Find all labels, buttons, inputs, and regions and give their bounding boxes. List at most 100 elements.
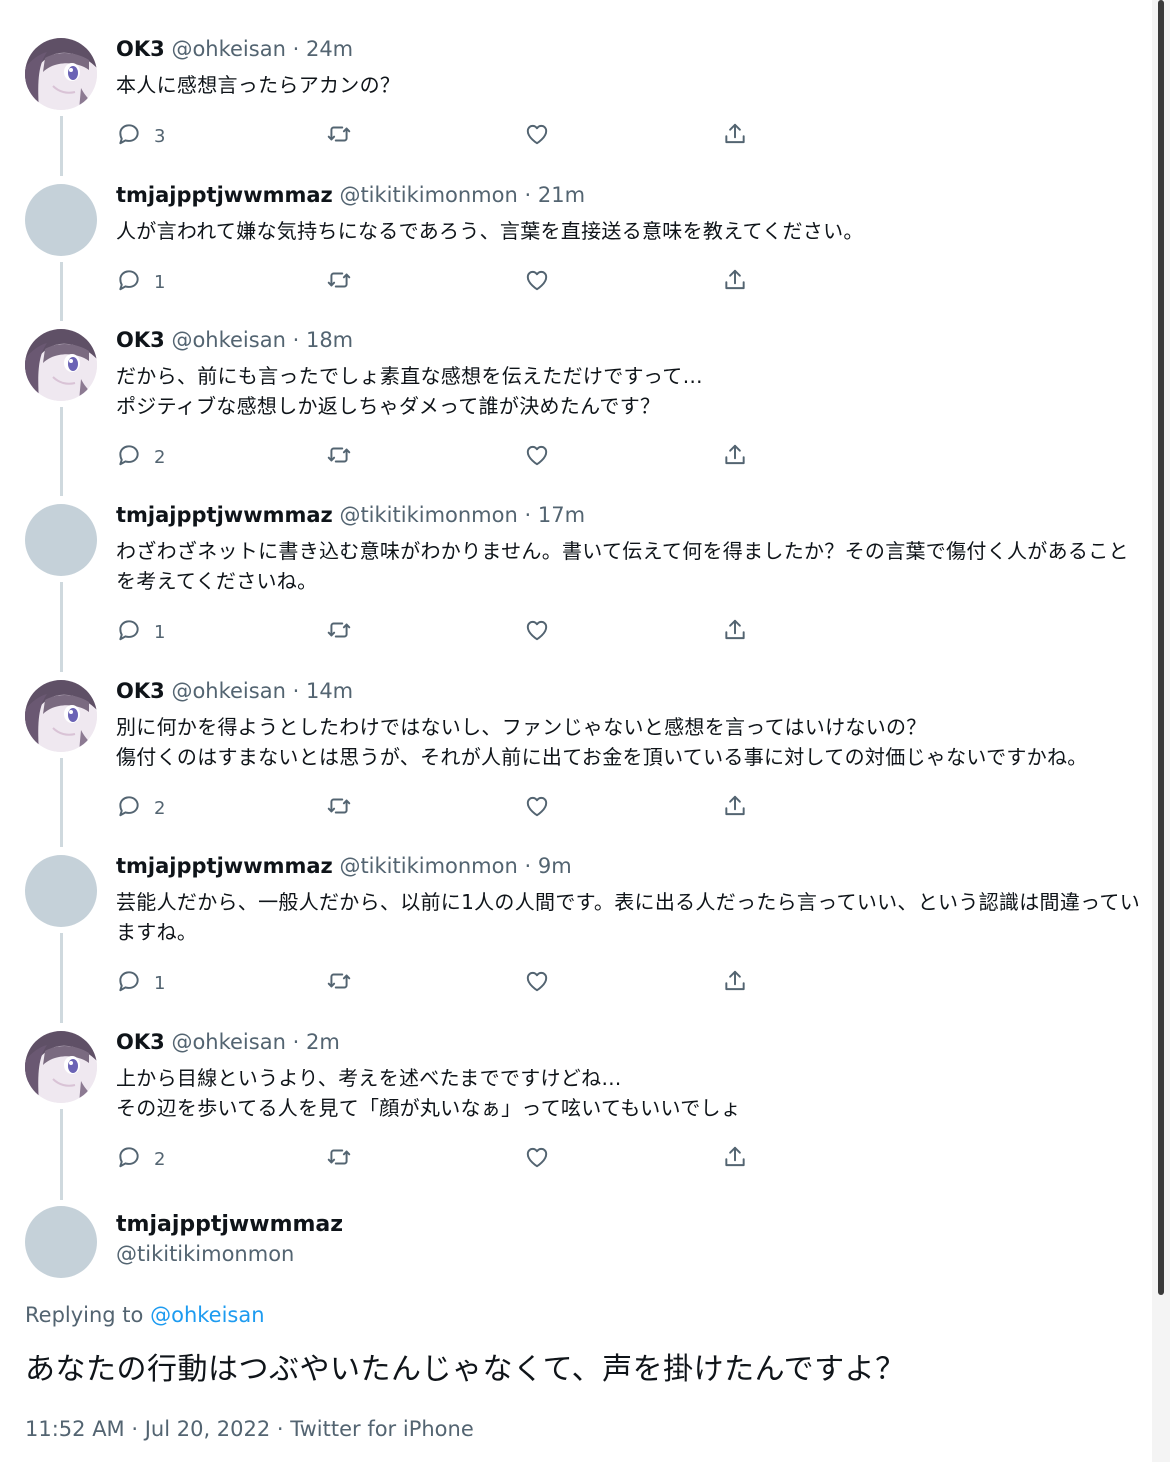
author-name[interactable]: OK3 [116,679,165,703]
retweet-button[interactable] [326,617,352,647]
avatar[interactable] [25,184,97,256]
tweet-time[interactable]: 17m [538,503,585,527]
like-icon [524,793,550,823]
tweet-text: わざわざネットに書き込む意味がわかりません。書いて伝えて何を得ましたか？その言葉… [116,539,1129,593]
retweet-button[interactable] [326,968,352,998]
author-handle[interactable]: @ohkeisan [171,37,285,61]
author-name[interactable]: OK3 [116,1030,165,1054]
focus-tweet-text: あなたの行動はつぶやいたんじゃなくて、声を掛けたんですよ？ [25,1352,906,1387]
retweet-button[interactable] [326,1144,352,1174]
avatar[interactable] [25,1031,97,1103]
tweet-header: OK3 @ohkeisan · 2m [116,1029,340,1055]
tweet-time[interactable]: 9m [538,854,572,878]
share-icon [722,442,748,472]
reply-button[interactable]: 2 [116,1144,165,1174]
author-handle[interactable]: @tikitikimonmon [339,503,517,527]
tweet-actions: 1 [116,968,776,998]
reply-button[interactable]: 2 [116,793,165,823]
tweet-actions: 1 [116,267,776,297]
reply-icon [116,442,142,472]
retweet-icon [326,617,352,647]
share-icon [722,267,748,297]
like-button[interactable] [524,442,550,472]
reply-button[interactable]: 1 [116,617,165,647]
author-handle[interactable]: @ohkeisan [171,1030,285,1054]
like-button[interactable] [524,793,550,823]
separator-dot: · [524,854,532,878]
reply-count: 1 [154,621,166,643]
scrollbar[interactable] [1152,0,1170,1462]
like-button[interactable] [524,267,550,297]
tweet-header: OK3 @ohkeisan · 14m [116,678,353,704]
reply-button[interactable]: 3 [116,121,165,151]
retweet-button[interactable] [326,267,352,297]
replying-to-link[interactable]: @ohkeisan [150,1303,264,1327]
tweet-time[interactable]: 21m [538,183,585,207]
tweet-time[interactable]: 2m [306,1030,340,1054]
share-icon [722,1144,748,1174]
retweet-icon [326,793,352,823]
thread-connector-line [60,933,63,1023]
avatar[interactable] [25,329,97,401]
reply-count: 1 [154,972,166,994]
author-handle[interactable]: @ohkeisan [171,679,285,703]
share-button[interactable] [722,121,748,151]
author-name[interactable]: OK3 [116,37,165,61]
tweet-header: OK3 @ohkeisan · 24m [116,36,353,62]
share-button[interactable] [722,617,748,647]
retweet-button[interactable] [326,793,352,823]
author-handle[interactable]: @tikitikimonmon [339,854,517,878]
separator-dot: · [292,679,300,703]
reply-icon [116,617,142,647]
tweet-actions: 1 [116,617,776,647]
tweet-time[interactable]: 18m [306,328,353,352]
avatar[interactable] [25,38,97,110]
tweet-text: 人が言われて嫌な気持ちになるであろう、言葉を直接送る意味を教えてください。 [116,219,864,243]
author-name[interactable]: tmjajpptjwwmmaz [116,503,333,527]
tweet-meta: 11:52 AM · Jul 20, 2022 · Twitter for iP… [25,1417,474,1441]
reply-button[interactable]: 1 [116,267,165,297]
author-name[interactable]: tmjajpptjwwmmaz [116,854,333,878]
focus-author-handle[interactable]: @tikitikimonmon [116,1242,294,1266]
thread-connector-line [60,582,63,672]
tweet-time[interactable]: 14m [306,679,353,703]
like-button[interactable] [524,1144,550,1174]
author-handle[interactable]: @ohkeisan [171,328,285,352]
replying-to-line: Replying to @ohkeisan [25,1303,265,1327]
share-button[interactable] [722,267,748,297]
retweet-icon [326,1144,352,1174]
replying-to-label: Replying to [25,1303,144,1327]
share-button[interactable] [722,442,748,472]
like-button[interactable] [524,617,550,647]
author-name[interactable]: OK3 [116,328,165,352]
tweet-text: だから、前にも言ったでしょ素直な感想を伝えただけですって… ポジティブな感想しか… [116,364,703,418]
reply-button[interactable]: 1 [116,968,165,998]
share-button[interactable] [722,793,748,823]
reply-button[interactable]: 2 [116,442,165,472]
retweet-button[interactable] [326,121,352,151]
thread-connector-line [60,1109,63,1200]
like-button[interactable] [524,121,550,151]
reply-icon [116,1144,142,1174]
scrollbar-thumb[interactable] [1158,0,1164,1295]
focus-avatar[interactable] [25,1206,97,1278]
share-button[interactable] [722,1144,748,1174]
separator-dot: · [524,183,532,207]
focus-author-name[interactable]: tmjajpptjwwmmaz [116,1212,343,1237]
avatar[interactable] [25,504,97,576]
tweet-time[interactable]: 24m [306,37,353,61]
like-icon [524,121,550,151]
share-button[interactable] [722,968,748,998]
like-button[interactable] [524,968,550,998]
tweet-header: tmjajpptjwwmmaz @tikitikimonmon · 9m [116,853,572,879]
tweet-text: 上から目線というより、考えを述べたまでですけどね… その辺を歩いてる人を見て「顔… [116,1066,742,1120]
author-handle[interactable]: @tikitikimonmon [339,183,517,207]
avatar[interactable] [25,855,97,927]
like-icon [524,968,550,998]
tweet-actions: 2 [116,793,776,823]
retweet-button[interactable] [326,442,352,472]
avatar[interactable] [25,680,97,752]
reply-count: 2 [154,1148,166,1170]
author-name[interactable]: tmjajpptjwwmmaz [116,183,333,207]
thread-connector-line [60,758,63,847]
